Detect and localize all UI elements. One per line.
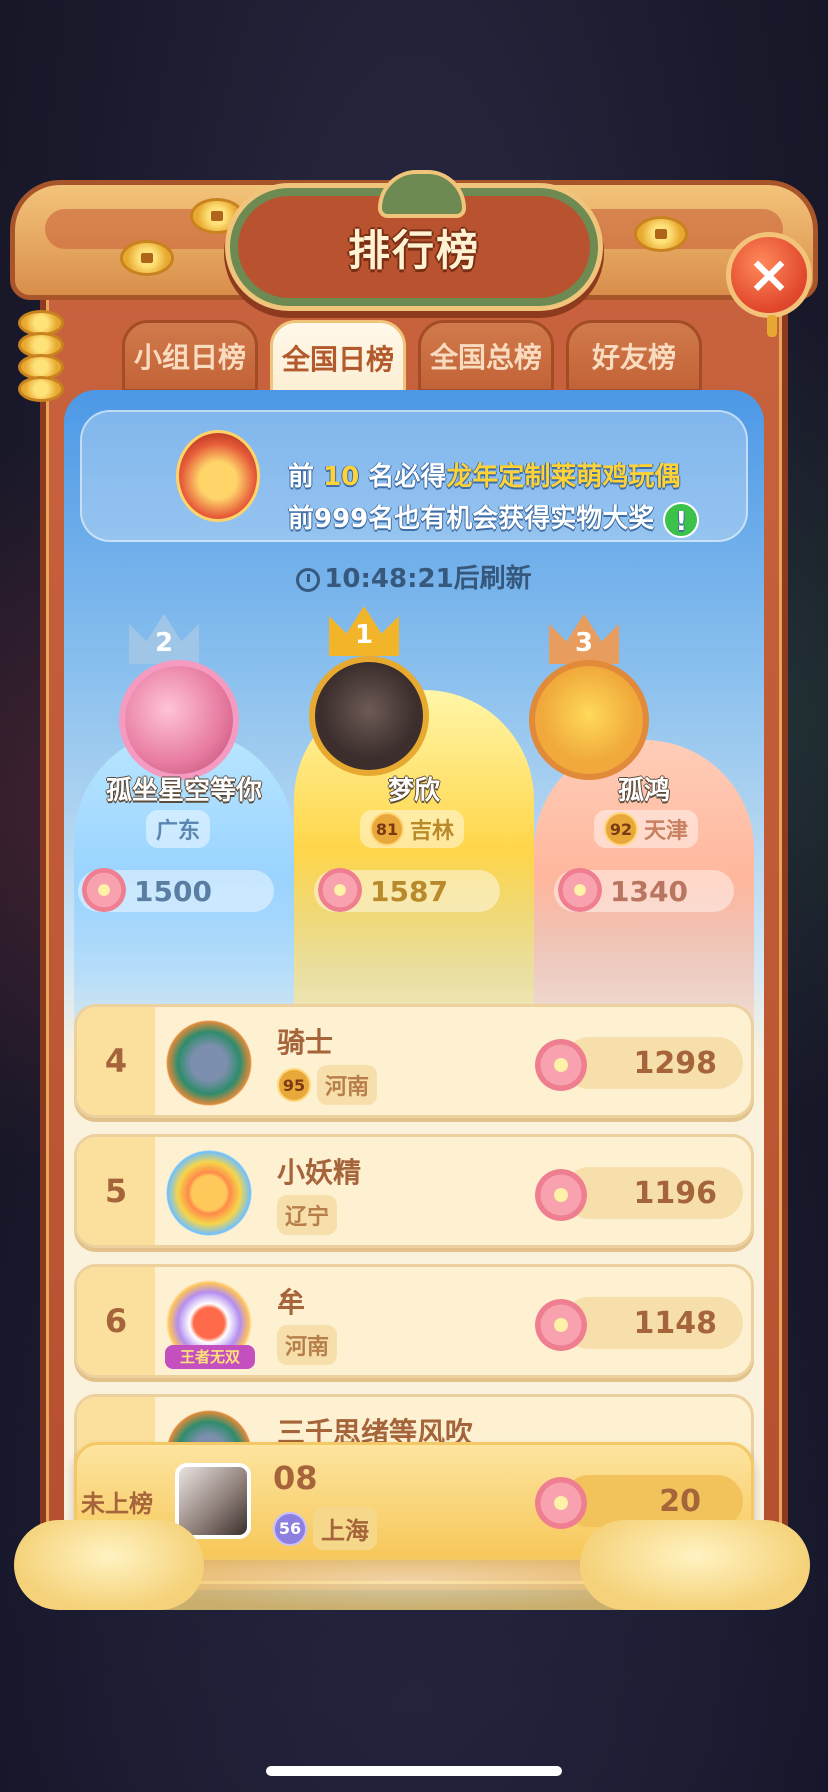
flower-icon <box>82 868 126 912</box>
level-badge: 95 <box>277 1068 311 1102</box>
level-badge: 56 <box>273 1511 307 1546</box>
avatar[interactable] <box>159 1015 259 1111</box>
level-badge: 81 <box>370 812 404 846</box>
player-name: 牟 <box>277 1286 306 1319</box>
region-badge: 辽宁 <box>277 1195 338 1235</box>
crown-silver-icon: 2 <box>129 614 199 664</box>
dragon-chick-mascot-icon <box>176 430 260 522</box>
cloud-decoration <box>14 1520 204 1610</box>
coin-string-icon <box>18 310 64 402</box>
crown-bronze-icon: 3 <box>549 614 619 664</box>
coin-icon <box>120 240 174 276</box>
player-name: 08 <box>273 1459 318 1497</box>
score-badge: 1340 <box>554 868 734 912</box>
tab-group-daily[interactable]: 小组日榜 <box>122 320 258 392</box>
list-item[interactable]: 4 骑士 95 河南 1298 <box>74 1004 754 1118</box>
banner-line1: 前 10 名必得龙年定制莱萌鸡玩偶 <box>288 462 681 492</box>
tab-bar: 小组日榜 全国日榜 全国总榜 好友榜 <box>122 320 722 396</box>
region-badge: 81 吉林 <box>360 810 465 848</box>
region-badge: 广东 <box>146 810 211 848</box>
rank-number: 5 <box>77 1137 155 1245</box>
rank-number: 6 <box>77 1267 155 1375</box>
title-plate: 排行榜 <box>230 170 598 306</box>
title-tag: 王者无双 <box>165 1345 255 1369</box>
player-name: 孤坐星空等你 <box>105 776 262 806</box>
flower-icon <box>535 1299 587 1351</box>
level-badge: 92 <box>604 812 638 846</box>
flower-icon <box>318 868 362 912</box>
region-badge: 92 天津 <box>594 810 699 848</box>
page-title: 排行榜 <box>347 225 480 275</box>
close-icon: × <box>747 245 791 305</box>
list-item[interactable]: 5 小妖精 辽宁 1196 <box>74 1134 754 1248</box>
avatar[interactable] <box>159 1145 259 1241</box>
player-name: 骑士 <box>277 1026 334 1059</box>
score-badge: 1196 <box>535 1167 743 1221</box>
avatar[interactable] <box>175 1463 251 1539</box>
region-badge: 上海 <box>313 1507 377 1550</box>
region-badge: 河南 <box>317 1065 378 1105</box>
region-badge: 河南 <box>277 1325 338 1365</box>
flower-icon <box>558 868 602 912</box>
score-badge: 1500 <box>78 868 274 912</box>
score-badge: 1587 <box>314 868 500 912</box>
refresh-timer: 10:48:21后刷新 <box>64 558 764 595</box>
score-badge: 1148 <box>535 1297 743 1351</box>
flower-icon <box>535 1477 587 1529</box>
coin-icon <box>634 216 688 252</box>
reward-banner: 前 10 名必得龙年定制莱萌鸡玩偶 前999名也有机会获得实物大奖 ! <box>80 410 748 542</box>
home-indicator[interactable] <box>266 1766 562 1776</box>
avatar[interactable] <box>529 660 649 780</box>
info-icon[interactable]: ! <box>663 501 700 538</box>
flower-icon <box>535 1039 587 1091</box>
rank-number: 4 <box>77 1007 155 1115</box>
leaderboard-content[interactable]: 前 10 名必得龙年定制莱萌鸡玩偶 前999名也有机会获得实物大奖 ! 10:4… <box>64 390 764 1550</box>
list-item[interactable]: 6 王者无双 牟 河南 1148 <box>74 1264 754 1378</box>
cloud-decoration <box>580 1520 810 1610</box>
banner-line2: 前999名也有机会获得实物大奖 ! <box>288 498 700 538</box>
tab-national-total[interactable]: 全国总榜 <box>418 320 554 392</box>
crown-gold-icon: 1 <box>329 606 399 656</box>
tab-friends[interactable]: 好友榜 <box>566 320 702 392</box>
clock-icon <box>296 567 321 592</box>
flower-icon <box>535 1169 587 1221</box>
score-badge: 1298 <box>535 1037 743 1091</box>
player-name: 小妖精 <box>277 1156 362 1189</box>
tab-national-daily[interactable]: 全国日榜 <box>270 320 406 396</box>
avatar[interactable] <box>119 660 239 780</box>
player-name: 孤鸿 <box>617 776 670 806</box>
avatar[interactable] <box>309 656 429 776</box>
close-button[interactable]: × <box>726 232 812 337</box>
player-name: 梦欣 <box>387 776 440 806</box>
